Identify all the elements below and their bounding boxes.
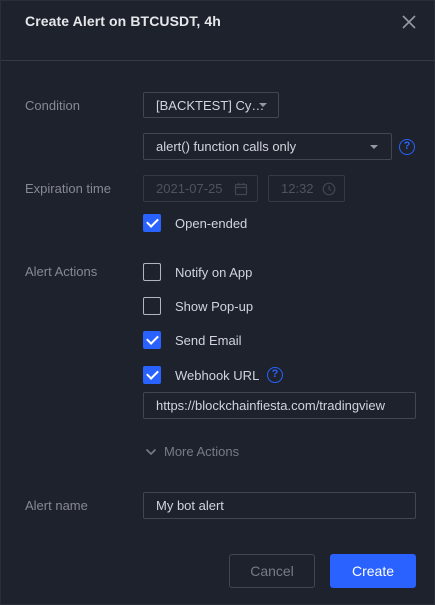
open-ended-checkbox[interactable] (143, 214, 161, 232)
alert-name-value: My bot alert (156, 498, 224, 513)
more-actions-label: More Actions (164, 444, 240, 459)
dialog-header: Create Alert on BTCUSDT, 4h (1, 1, 434, 61)
help-icon[interactable]: ? (267, 367, 283, 383)
show-popup-checkbox[interactable] (143, 297, 161, 315)
create-alert-dialog: Create Alert on BTCUSDT, 4h Condition [B… (0, 0, 435, 605)
webhook-url-option[interactable]: Webhook URL (143, 366, 259, 384)
show-popup-option[interactable]: Show Pop-up (143, 297, 253, 315)
show-popup-label: Show Pop-up (175, 298, 254, 314)
condition-source-select[interactable]: [BACKTEST] Cy… (143, 92, 279, 118)
help-icon[interactable]: ? (399, 139, 415, 155)
condition-trigger-select[interactable]: alert() function calls only (143, 133, 392, 160)
clock-icon (322, 182, 336, 196)
chevron-down-icon (145, 448, 157, 455)
chevron-down-icon (259, 103, 267, 107)
webhook-url-label: Webhook URL (175, 367, 260, 383)
expiration-time-input[interactable]: 12:32 (268, 175, 345, 202)
alert-name-label: Alert name (25, 498, 88, 513)
notify-on-app-option[interactable]: Notify on App (143, 263, 252, 281)
open-ended-option[interactable]: Open-ended (143, 214, 247, 232)
alert-actions-label: Alert Actions (25, 264, 98, 279)
condition-source-value: [BACKTEST] Cy… (156, 97, 265, 113)
open-ended-label: Open-ended (175, 215, 248, 231)
calendar-icon (234, 183, 248, 196)
more-actions-toggle[interactable]: More Actions (145, 444, 239, 459)
send-email-option[interactable]: Send Email (143, 331, 241, 349)
cancel-button[interactable]: Cancel (229, 554, 315, 588)
send-email-checkbox[interactable] (143, 331, 161, 349)
chevron-down-icon (370, 144, 378, 149)
condition-label: Condition (25, 98, 80, 113)
create-button[interactable]: Create (330, 554, 416, 588)
alert-name-input[interactable]: My bot alert (143, 492, 416, 519)
expiration-date-value: 2021-07-25 (156, 181, 223, 196)
notify-on-app-label: Notify on App (175, 264, 253, 280)
expiration-date-input[interactable]: 2021-07-25 (143, 175, 258, 202)
notify-on-app-checkbox[interactable] (143, 263, 161, 281)
condition-trigger-value: alert() function calls only (156, 139, 297, 154)
expiration-label: Expiration time (25, 181, 111, 196)
send-email-label: Send Email (175, 332, 242, 348)
close-icon[interactable] (401, 14, 417, 30)
expiration-time-value: 12:32 (281, 181, 314, 196)
dialog-title: Create Alert on BTCUSDT, 4h (25, 13, 221, 29)
webhook-url-input[interactable]: https://blockchainfiesta.com/tradingview (143, 392, 416, 419)
webhook-url-value: https://blockchainfiesta.com/tradingview (156, 398, 386, 413)
webhook-url-checkbox[interactable] (143, 366, 161, 384)
